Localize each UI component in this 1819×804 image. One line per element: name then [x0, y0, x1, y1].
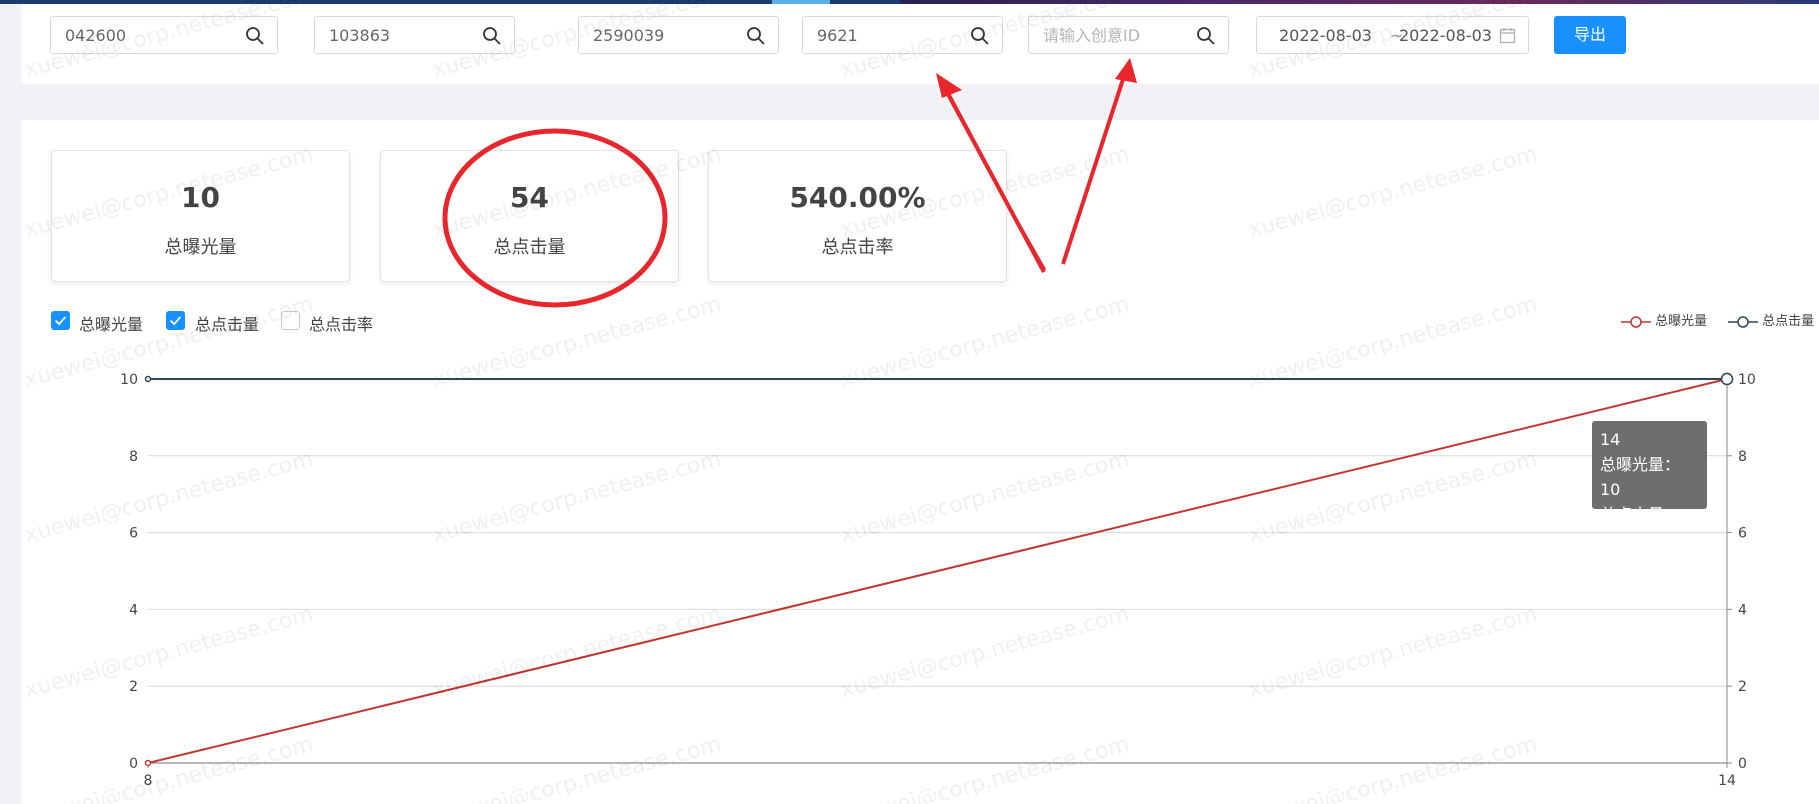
y-tick-label: 6 — [129, 526, 138, 542]
y-tick-label: 0 — [129, 756, 138, 772]
data-point — [144, 759, 152, 767]
x-tick-label: 14 — [1718, 773, 1736, 789]
chart-tooltip: 14 总曝光量：10 总点击量：10 — [1592, 421, 1707, 549]
right-axis-tick-label: 4 — [1738, 602, 1747, 618]
y-tick-label: 10 — [120, 372, 138, 388]
right-axis-tick-label: 10 — [1738, 372, 1756, 388]
tooltip-line-clicks: 总点击量：10 — [1600, 505, 1681, 549]
right-axis-tick-label: 2 — [1738, 679, 1747, 695]
y-tick-label: 2 — [129, 679, 138, 695]
line-chart[interactable]: 0 2 4 6 8 10 0 2 4 6 8 10 8 14 — [0, 0, 1819, 804]
data-point — [144, 375, 152, 383]
x-tick-label: 8 — [144, 773, 153, 789]
tooltip-title: 14 — [1600, 430, 1621, 449]
data-point — [1720, 372, 1734, 386]
series-line — [147, 378, 1728, 764]
tooltip-line-exposure: 总曝光量：10 — [1600, 455, 1681, 499]
y-tick-label: 4 — [129, 602, 138, 618]
right-axis-tick-label: 8 — [1738, 449, 1747, 465]
right-axis-tick-label: 0 — [1738, 756, 1747, 772]
right-axis-tick-label: 6 — [1738, 526, 1747, 542]
y-tick-label: 8 — [129, 449, 138, 465]
